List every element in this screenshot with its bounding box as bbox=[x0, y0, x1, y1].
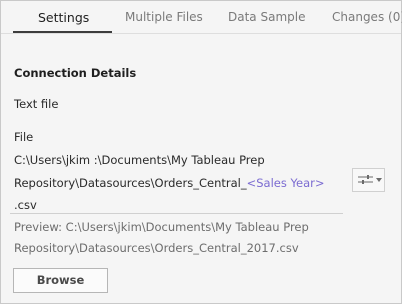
connection-type-text: Text file bbox=[14, 97, 59, 111]
file-path-prefix: Repository\Datasources\Orders_Central_ bbox=[14, 176, 247, 190]
file-path-line-1: C:\Users\jkim :\Documents\My Tableau Pre… bbox=[14, 153, 265, 167]
tab-multiple-files[interactable]: Multiple Files bbox=[125, 10, 203, 24]
preview-line-2: Repository\Datasources\Orders_Central_20… bbox=[14, 241, 299, 255]
settings-panel: Settings Multiple Files Data Sample Chan… bbox=[0, 0, 402, 304]
connection-details-heading: Connection Details bbox=[14, 66, 137, 80]
browse-button[interactable]: Browse bbox=[13, 268, 108, 293]
sales-year-parameter[interactable]: <Sales Year> bbox=[247, 176, 325, 190]
file-path-line-3: .csv bbox=[14, 198, 37, 212]
tab-settings[interactable]: Settings bbox=[38, 10, 89, 25]
parameter-options-button[interactable] bbox=[352, 168, 385, 192]
tab-bar: Settings Multiple Files Data Sample Chan… bbox=[1, 1, 402, 35]
file-label: File bbox=[14, 130, 34, 144]
section-divider bbox=[10, 213, 343, 214]
sliders-icon bbox=[358, 175, 373, 184]
chevron-down-icon bbox=[376, 178, 382, 182]
tab-data-sample[interactable]: Data Sample bbox=[228, 10, 305, 24]
tab-divider bbox=[1, 33, 401, 34]
preview-line-1: Preview: C:\Users\jkim\Documents\My Tabl… bbox=[14, 220, 309, 234]
tab-changes[interactable]: Changes (0) bbox=[332, 10, 402, 24]
file-path-line-2: Repository\Datasources\Orders_Central_<S… bbox=[14, 176, 324, 190]
